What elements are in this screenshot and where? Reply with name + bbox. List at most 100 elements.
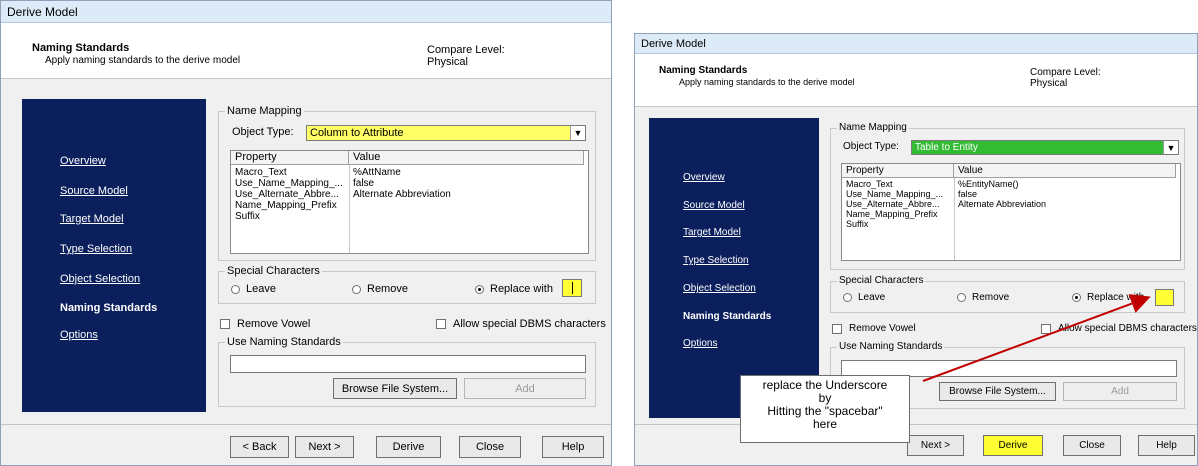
help-button[interactable]: Help [1138,435,1195,456]
table-row[interactable]: Suffix [231,211,588,222]
page-header: Naming Standards Apply naming standards … [635,54,1197,107]
grid-cell-property: Macro_Text [235,167,287,178]
window-title-bar: Derive Model [635,34,1197,54]
next-button[interactable]: Next > [907,435,964,456]
grid-cell-property: Suffix [235,211,260,222]
compare-level-value: Physical [427,56,468,68]
grid-cell-value: Alternate Abbreviation [353,189,451,200]
nav-type-selection[interactable]: Type Selection [60,243,132,255]
replace-character-input[interactable] [1155,289,1174,306]
window-title: Derive Model [641,38,706,50]
name-mapping-group: Name Mapping Object Type: Table to Entit… [830,122,1185,270]
window-title-bar: Derive Model [1,1,611,23]
derive-button[interactable]: Derive [983,435,1043,456]
radio-remove-label: Remove [972,292,1010,303]
grid-header-property: Property [842,164,954,178]
table-row[interactable]: Name_Mapping_Prefix [231,200,588,211]
grid-cell-property: Name_Mapping_Prefix [235,200,337,211]
remove-vowel-checkbox[interactable]: Remove Vowel [832,323,916,334]
nav-source-model[interactable]: Source Model [60,185,128,197]
table-row[interactable]: Use_Alternate_Abbre... Alternate Abbrevi… [231,189,588,200]
use-naming-standards-label: Use Naming Standards [225,336,343,348]
radio-button-icon [352,284,361,294]
nav-target-model[interactable]: Target Model [683,227,741,238]
grid-cell-property: Use_Name_Mapping_... [235,178,343,189]
special-characters-group: Special Characters Leave Remove Replace … [218,265,596,304]
name-mapping-label: Name Mapping [837,122,909,133]
derive-model-dialog-right: Derive Model Naming Standards Apply nami… [634,33,1198,466]
browse-file-system-button[interactable]: Browse File System... [939,382,1056,401]
object-type-select[interactable]: Column to Attribute ▼ [306,125,586,141]
grid-header-value: Value [349,151,584,165]
next-button[interactable]: Next > [295,436,354,458]
allow-special-dbms-label: Allow special DBMS characters [453,318,606,330]
table-row[interactable]: Suffix [842,219,1180,230]
annotation-callout: replace the Underscore by Hitting the "s… [740,375,910,443]
add-button[interactable]: Add [464,378,586,399]
grid-cell-property: Use_Alternate_Abbre... [235,189,339,200]
nav-naming-standards[interactable]: Naming Standards [60,302,157,314]
add-button[interactable]: Add [1063,382,1177,401]
chevron-down-icon[interactable]: ▼ [570,126,585,140]
remove-vowel-label: Remove Vowel [849,323,916,334]
nav-naming-standards[interactable]: Naming Standards [683,311,771,322]
object-type-select[interactable]: Table to Entity ▼ [911,140,1179,155]
property-grid[interactable]: Property Value Macro_Text %AttName Use_N… [230,150,589,254]
browse-file-system-button[interactable]: Browse File System... [333,378,457,399]
close-button[interactable]: Close [459,436,521,458]
nav-target-model[interactable]: Target Model [60,213,124,225]
nav-object-selection[interactable]: Object Selection [60,273,140,285]
remove-vowel-checkbox[interactable]: Remove Vowel [220,318,310,330]
allow-special-dbms-checkbox[interactable]: Allow special DBMS characters [1041,323,1197,334]
callout-line-4: here [812,417,838,431]
radio-remove[interactable]: Remove [957,292,1009,303]
compare-level-label: Compare Level: [427,44,505,56]
special-characters-group: Special Characters Leave Remove Replace … [830,275,1185,313]
replace-character-input[interactable] [562,279,582,297]
page-title: Naming Standards [32,42,130,54]
compare-level-value: Physical [1030,78,1068,89]
object-type-value: Table to Entity [915,142,978,153]
text-caret-icon [572,282,573,294]
checkbox-icon [436,319,446,329]
allow-special-dbms-checkbox[interactable]: Allow special DBMS characters [436,318,606,330]
radio-remove[interactable]: Remove [352,283,408,295]
use-naming-standards-group: Use Naming Standards Browse File System.… [218,336,596,407]
chevron-down-icon[interactable]: ▼ [1163,141,1178,154]
radio-button-selected-icon [475,284,484,294]
radio-leave-label: Leave [858,292,886,303]
radio-button-selected-icon [1072,293,1081,302]
radio-replace-with-label: Replace with [1087,292,1145,303]
back-button[interactable]: < Back [230,436,289,458]
nav-overview[interactable]: Overview [60,155,106,167]
nav-options[interactable]: Options [60,329,98,341]
object-type-value: Column to Attribute [310,127,404,139]
wizard-nav: Overview Source Model Target Model Type … [22,99,206,412]
radio-replace-with[interactable]: Replace with [475,283,553,295]
object-type-label: Object Type: [843,141,899,152]
derive-button[interactable]: Derive [376,436,441,458]
nav-options[interactable]: Options [683,338,717,349]
page-header: Naming Standards Apply naming standards … [1,23,611,79]
radio-replace-with[interactable]: Replace with [1072,292,1144,303]
close-button[interactable]: Close [1063,435,1121,456]
nav-object-selection[interactable]: Object Selection [683,283,756,294]
table-row[interactable]: Use_Name_Mapping_... false [231,178,588,189]
nav-source-model[interactable]: Source Model [683,200,745,211]
radio-leave-label: Leave [246,283,276,295]
grid-cell-property: Suffix [846,219,869,229]
radio-leave[interactable]: Leave [843,292,885,303]
table-row[interactable]: Macro_Text %AttName [231,167,588,178]
name-mapping-label: Name Mapping [225,105,304,117]
nav-overview[interactable]: Overview [683,172,725,183]
radio-leave[interactable]: Leave [231,283,276,295]
help-button[interactable]: Help [542,436,604,458]
window-title: Derive Model [7,5,78,19]
page-subtitle: Apply naming standards to the derive mod… [45,55,241,66]
nav-type-selection[interactable]: Type Selection [683,255,749,266]
naming-standards-path-input[interactable] [230,355,586,373]
radio-button-icon [843,293,852,302]
property-grid[interactable]: Property Value Macro_Text %EntityName() … [841,163,1181,261]
radio-button-icon [231,284,240,294]
remove-vowel-label: Remove Vowel [237,318,311,330]
